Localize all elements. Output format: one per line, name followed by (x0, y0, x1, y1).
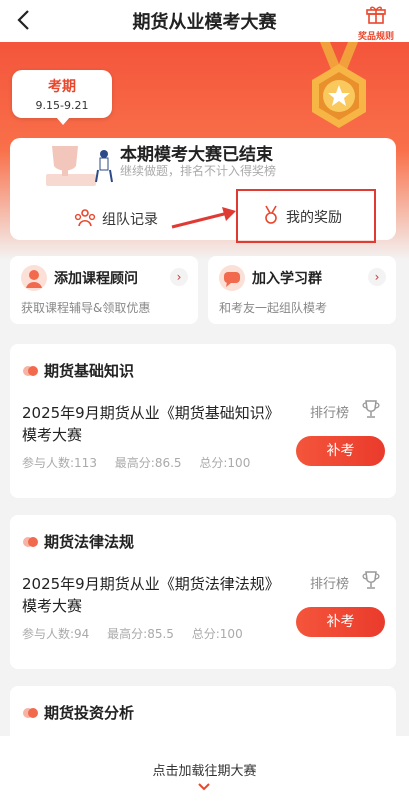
load-more-button[interactable]: 点击加载往期大赛 (0, 736, 409, 802)
join-group-subtitle: 和考友一起组队模考 (219, 301, 328, 315)
join-group-title: 加入学习群 (252, 271, 322, 287)
exam-card: 期货法律法规 2025年9月期货从业《期货法律法规》模考大赛 排行榜 补考 参与… (10, 515, 396, 669)
prize-rules-button[interactable]: 奖品规则 (353, 4, 399, 42)
add-advisor-title: 添加课程顾问 (54, 271, 138, 287)
exam-stats: 参与人数:113 最高分:86.5 总分:100 (22, 454, 264, 471)
total-score: 总分:100 (199, 456, 251, 470)
participants-count: 参与人数:113 (22, 456, 97, 470)
chat-group-icon (219, 265, 245, 291)
my-reward-label: 我的奖励 (286, 210, 342, 226)
exam-card: 期货基础知识 2025年9月期货从业《期货基础知识》模考大赛 排行榜 补考 参与… (10, 344, 396, 498)
exam-period-badge: 考期 9.15-9.21 (12, 70, 112, 125)
section-dot-icon (23, 537, 38, 547)
leaderboard-label[interactable]: 排行榜 (310, 402, 349, 421)
my-reward-button[interactable]: 我的奖励 (236, 189, 376, 243)
status-subtitle: 继续做题，排名不计入得奖榜 (120, 164, 277, 178)
highest-score: 最高分:85.5 (107, 627, 174, 641)
reward-icon (265, 205, 277, 224)
section-dot-icon (23, 366, 38, 376)
medal-icon (312, 42, 366, 128)
chevron-right-icon: › (368, 268, 386, 286)
advisor-icon (21, 265, 47, 291)
join-group-card[interactable]: 加入学习群 › 和考友一起组队模考 (208, 256, 396, 324)
exam-stats: 参与人数:94 最高分:85.5 总分:100 (22, 625, 257, 642)
leaderboard-label[interactable]: 排行榜 (310, 573, 349, 592)
total-score: 总分:100 (191, 627, 243, 641)
top-bar: 期货从业模考大赛 奖品规则 (0, 0, 409, 42)
trophy-illustration (46, 146, 113, 186)
load-more-label: 点击加载往期大赛 (152, 764, 257, 779)
period-label: 考期 (48, 79, 76, 95)
section-title: 期货法律法规 (44, 533, 135, 551)
highest-score: 最高分:86.5 (114, 456, 182, 470)
prize-rules-label: 奖品规则 (357, 32, 394, 42)
chevron-right-icon: › (170, 268, 188, 286)
makeup-exam-button[interactable]: 补考 (296, 607, 385, 637)
section-title: 期货投资分析 (44, 704, 135, 722)
add-advisor-subtitle: 获取课程辅导&领取优惠 (21, 301, 151, 315)
period-range: 9.15-9.21 (35, 99, 89, 112)
section-title: 期货基础知识 (44, 362, 135, 380)
exam-name[interactable]: 2025年9月期货从业《期货基础知识》模考大赛 (22, 402, 282, 446)
add-advisor-card[interactable]: 添加课程顾问 › 获取课程辅导&领取优惠 (10, 256, 198, 324)
makeup-exam-button[interactable]: 补考 (296, 436, 385, 466)
gift-icon (366, 6, 386, 24)
page-title: 期货从业模考大赛 (132, 12, 277, 33)
trophy-icon[interactable] (360, 569, 382, 591)
exam-name[interactable]: 2025年9月期货从业《期货法律法规》模考大赛 (22, 573, 282, 617)
section-dot-icon (23, 708, 38, 718)
team-icon (74, 209, 96, 227)
trophy-icon[interactable] (360, 398, 382, 420)
team-record-label: 组队记录 (102, 212, 158, 228)
red-arrow-annotation (171, 207, 236, 229)
participants-count: 参与人数:94 (22, 627, 90, 641)
chevron-down-icon (198, 783, 210, 791)
